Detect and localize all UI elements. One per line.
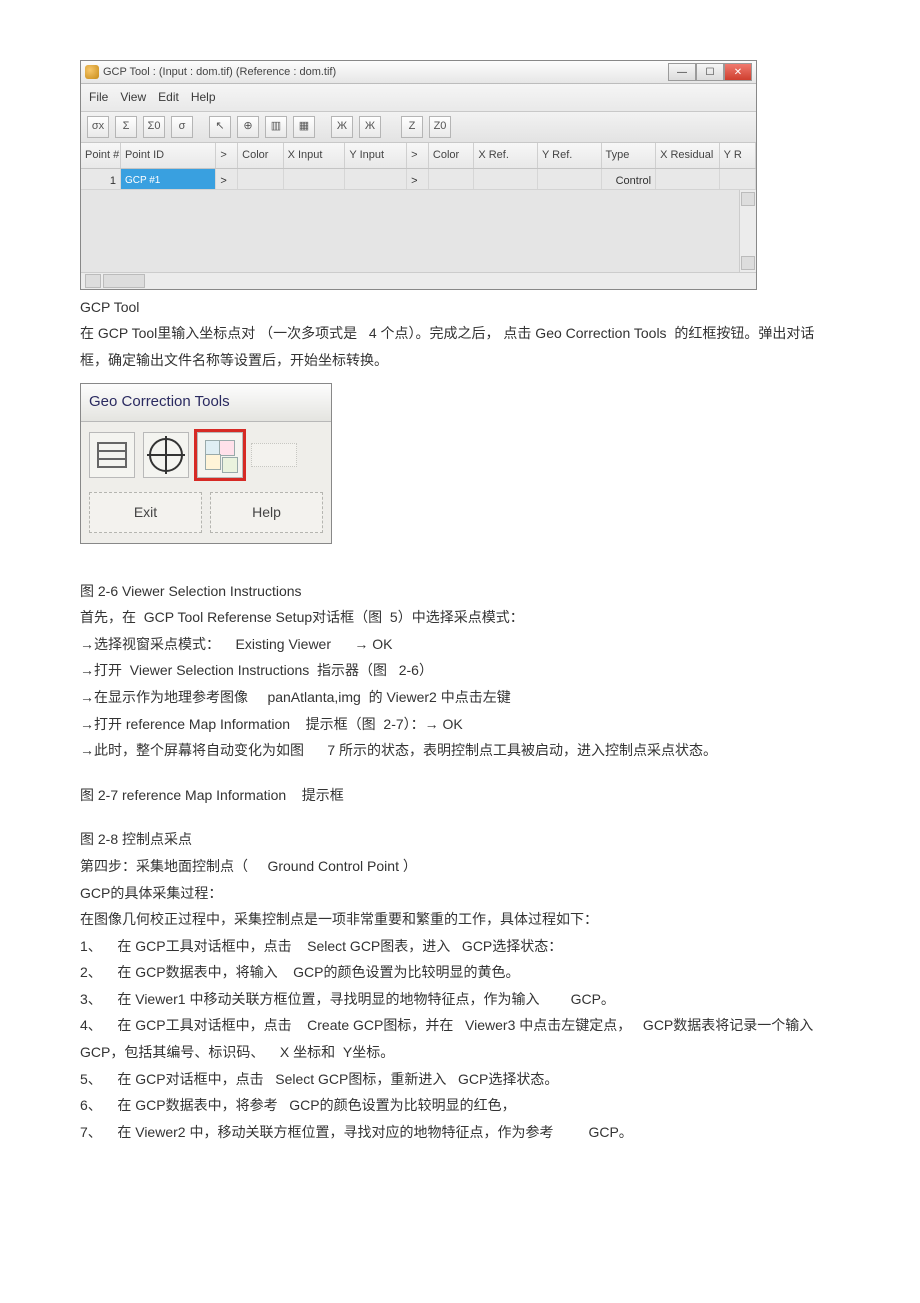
cell-color2: [429, 169, 474, 189]
col-gt2[interactable]: >: [407, 143, 429, 168]
cell-type: Control: [602, 169, 657, 189]
scroll-up-icon[interactable]: [741, 192, 755, 206]
line-3: →选择视窗采点模式： Existing Viewer → OK: [80, 631, 840, 658]
target-icon: [149, 438, 183, 472]
toolbar-btn-11[interactable]: Z: [401, 116, 423, 138]
cell-y-input: [345, 169, 407, 189]
step-3: 3、 在 Viewer1 中移动关联方框位置，寻找明显的地物特征点，作为输入 G…: [80, 986, 840, 1013]
fig-2-6-caption: 图 2-6 Viewer Selection Instructions: [80, 578, 840, 605]
toolbar: σx Σ Σ0 σ ↖ ⊕ ▥ ▦ Ж Ж Z Z0: [81, 112, 756, 143]
line-6: →打开 reference Map Information 提示框（图 2-7）…: [80, 711, 840, 738]
table-header: Point # Point ID > Color X Input Y Input…: [81, 143, 756, 169]
toolbar-btn-12[interactable]: Z0: [429, 116, 451, 138]
scroll-left-icon[interactable]: [85, 274, 101, 288]
cell-x-ref: [474, 169, 538, 189]
geo-correction-panel: Geo Correction Tools Exit Help: [80, 383, 332, 543]
scroll-down-icon[interactable]: [741, 256, 755, 270]
minimize-button[interactable]: —: [668, 63, 696, 81]
toolbar-btn-9[interactable]: Ж: [331, 116, 353, 138]
app-icon: [85, 65, 99, 79]
geo-panel-title: Geo Correction Tools: [81, 384, 331, 422]
toolbar-btn-7[interactable]: ▥: [265, 116, 287, 138]
fig-2-8-caption: 图 2-8 控制点采点: [80, 826, 840, 853]
resample-icon: [205, 440, 235, 470]
geo-small-indicator: [251, 443, 297, 467]
step-6: 6、 在 GCP数据表中，将参考 GCP的颜色设置为比较明显的红色，: [80, 1092, 840, 1119]
gcp-proc-intro: 在图像几何校正过程中，采集控制点是一项非常重要和繁重的工作，具体过程如下：: [80, 906, 840, 933]
toolbar-btn-10[interactable]: Ж: [359, 116, 381, 138]
line-4: →打开 Viewer Selection Instructions 指示器（图 …: [80, 657, 840, 684]
help-button[interactable]: Help: [210, 492, 323, 533]
close-button[interactable]: ✕: [724, 63, 752, 81]
col-color2[interactable]: Color: [429, 143, 474, 168]
menu-help[interactable]: Help: [191, 86, 216, 109]
col-x-ref[interactable]: X Ref.: [474, 143, 538, 168]
gcp-proc-title: GCP的具体采集过程：: [80, 880, 840, 907]
cell-gt2: >: [407, 169, 429, 189]
window-titlebar: GCP Tool : (Input : dom.tif) (Reference …: [81, 61, 756, 84]
cell-gt: >: [216, 169, 238, 189]
toolbar-btn-6[interactable]: ⊕: [237, 116, 259, 138]
col-y-residual[interactable]: Y R: [720, 143, 756, 168]
geo-btn-table[interactable]: [89, 432, 135, 478]
table-row[interactable]: 1 GCP #1 > > Control: [81, 169, 756, 190]
line-5: →在显示作为地理参考图像 panAtlanta,img 的 Viewer2 中点…: [80, 684, 840, 711]
step-2: 2、 在 GCP数据表中，将输入 GCP的颜色设置为比较明显的黄色。: [80, 959, 840, 986]
cell-y-residual: [720, 169, 756, 189]
line-7: →此时，整个屏幕将自动变化为如图 7 所示的状态，表明控制点工具被启动，进入控制…: [80, 737, 840, 764]
step-7: 7、 在 Viewer2 中，移动关联方框位置，寻找对应的地物特征点，作为参考 …: [80, 1119, 840, 1146]
steps-list: 1、 在 GCP工具对话框中，点击 Select GCP图表，进入 GCP选择状…: [80, 933, 840, 1146]
col-y-ref[interactable]: Y Ref.: [538, 143, 602, 168]
toolbar-btn-5[interactable]: ↖: [209, 116, 231, 138]
col-type[interactable]: Type: [602, 143, 657, 168]
table-body-empty: [81, 190, 756, 272]
cell-y-ref: [538, 169, 602, 189]
toolbar-btn-8[interactable]: ▦: [293, 116, 315, 138]
col-gt[interactable]: >: [216, 143, 238, 168]
fig-2-7-caption: 图 2-7 reference Map Information 提示框: [80, 782, 840, 809]
cell-point-no: 1: [81, 169, 121, 189]
menu-edit[interactable]: Edit: [158, 86, 179, 109]
cell-x-residual: [656, 169, 720, 189]
geo-btn-target[interactable]: [143, 432, 189, 478]
maximize-button[interactable]: ☐: [696, 63, 724, 81]
col-color[interactable]: Color: [238, 143, 283, 168]
line-2: 首先，在 GCP Tool Referense Setup对话框（图 5）中选择…: [80, 604, 840, 631]
toolbar-btn-2[interactable]: Σ: [115, 116, 137, 138]
step-4-title: 第四步：采集地面控制点（ Ground Control Point ）: [80, 853, 840, 880]
menubar: File View Edit Help: [81, 84, 756, 112]
geo-btn-resample[interactable]: [197, 432, 243, 478]
cell-color: [238, 169, 283, 189]
col-y-input[interactable]: Y Input: [345, 143, 407, 168]
toolbar-btn-4[interactable]: σ: [171, 116, 193, 138]
menu-view[interactable]: View: [120, 86, 146, 109]
window-title: GCP Tool : (Input : dom.tif) (Reference …: [103, 62, 336, 83]
col-x-residual[interactable]: X Residual: [656, 143, 720, 168]
toolbar-btn-3[interactable]: Σ0: [143, 116, 165, 138]
paragraph-1: 在 GCP Tool里输入坐标点对 （一次多项式是 4 个点）。完成之后， 点击…: [80, 320, 840, 373]
step-4: 4、 在 GCP工具对话框中，点击 Create GCP图标，并在 Viewer…: [80, 1012, 840, 1065]
step-1: 1、 在 GCP工具对话框中，点击 Select GCP图表，进入 GCP选择状…: [80, 933, 840, 960]
col-x-input[interactable]: X Input: [284, 143, 346, 168]
col-point-id[interactable]: Point ID: [121, 143, 216, 168]
scroll-thumb[interactable]: [103, 274, 145, 288]
horizontal-scrollbar[interactable]: [81, 272, 756, 289]
cell-point-id: GCP #1: [121, 169, 216, 189]
gcp-tool-window: GCP Tool : (Input : dom.tif) (Reference …: [80, 60, 757, 290]
col-point-no[interactable]: Point #: [81, 143, 121, 168]
step-5: 5、 在 GCP对话框中，点击 Select GCP图标，重新进入 GCP选择状…: [80, 1066, 840, 1093]
vertical-scrollbar[interactable]: [739, 190, 756, 272]
toolbar-btn-1[interactable]: σx: [87, 116, 109, 138]
label-gcp-tool: GCP Tool: [80, 294, 840, 321]
cell-x-input: [284, 169, 346, 189]
menu-file[interactable]: File: [89, 86, 108, 109]
table-icon: [97, 442, 127, 468]
exit-button[interactable]: Exit: [89, 492, 202, 533]
